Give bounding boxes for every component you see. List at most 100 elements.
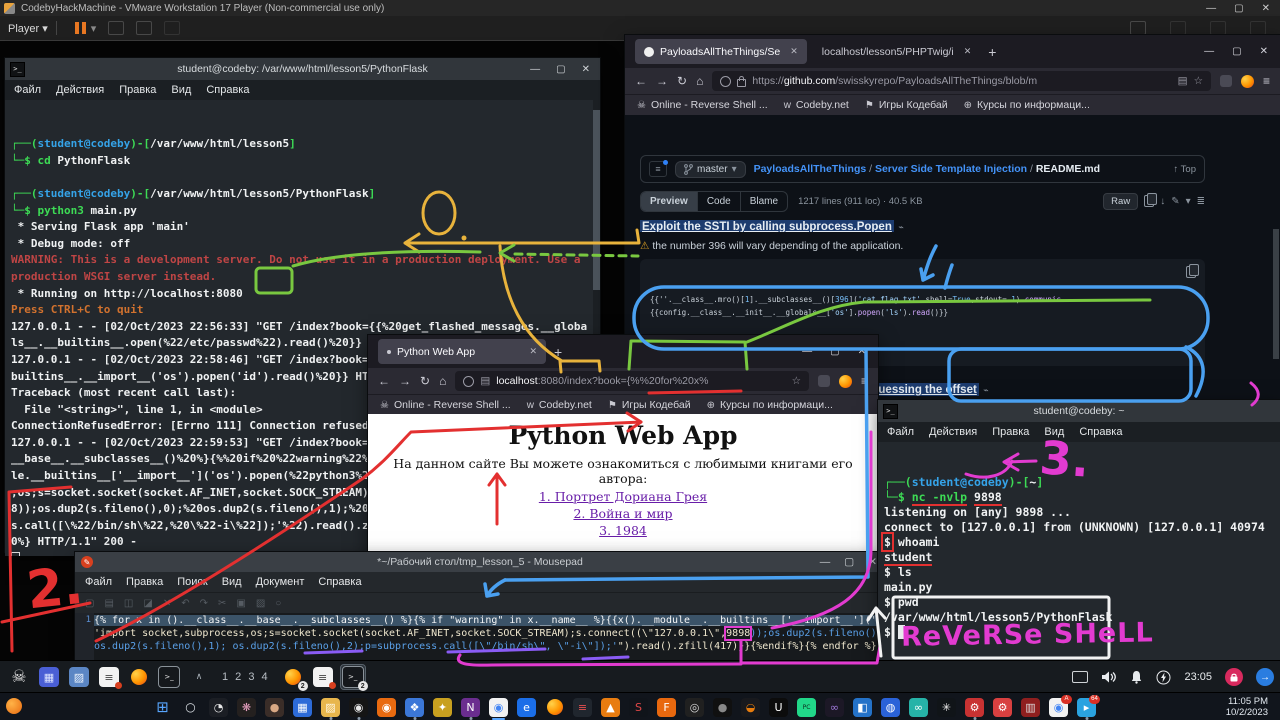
screen-lock-icon[interactable] [1225, 668, 1243, 686]
close-button[interactable]: ✕ [868, 556, 877, 568]
menu-item[interactable]: Вид [222, 576, 242, 588]
back-button[interactable]: ← [378, 374, 390, 388]
forward-button[interactable]: → [399, 374, 411, 388]
calendar-icon[interactable]: ▦ [293, 698, 312, 717]
firefox-icon[interactable] [127, 665, 151, 689]
book-link[interactable]: 3. 1984 [368, 522, 878, 539]
search-icon[interactable]: ○ [181, 698, 200, 717]
bookmark-item[interactable]: ⊕Курсы по информаци... [964, 99, 1090, 111]
show-more-icon[interactable]: ∧ [187, 665, 211, 689]
maximize-button[interactable]: ▢ [844, 556, 854, 568]
reload-button[interactable]: ↻ [677, 74, 687, 88]
breadcrumb-repo-link[interactable]: PayloadsAllTheThings [754, 163, 867, 175]
anchor-link-icon[interactable]: ⌁ [898, 222, 903, 232]
bookmark-item[interactable]: ⚑Игры Кодебай [608, 399, 691, 411]
app-menu-button[interactable]: ≡ [861, 374, 868, 388]
forward-button[interactable]: → [656, 74, 668, 88]
tab-localhost-phptwig[interactable]: localhost/lesson5/PHPTwig/i ✕ [813, 39, 980, 64]
volume-icon[interactable] [1101, 670, 1117, 684]
obs-icon[interactable]: ◉ [349, 698, 368, 717]
toolbar-icon[interactable]: ▢ [85, 598, 94, 609]
player-menu[interactable]: Player ▾ [8, 22, 48, 35]
minimize-button[interactable]: — [802, 346, 812, 357]
tool-icon[interactable]: ✦ [433, 698, 452, 717]
mousepad-titlebar[interactable]: ✎ *~/Рабочий стол/tmp_lesson_5 - Mousepa… [75, 552, 885, 572]
breadcrumb-folder-link[interactable]: Server Side Template Injection [875, 163, 1027, 175]
book-link[interactable]: 1. Портрет Дориана Грея [368, 488, 878, 505]
terminal1-titlebar[interactable]: >_ student@codeby: /var/www/html/lesson5… [5, 58, 600, 80]
vmware-icon[interactable]: ❖ [405, 698, 424, 717]
bookmark-item[interactable]: ⊕Курсы по информаци... [707, 399, 833, 411]
edit-dropdown-icon[interactable]: ▾ [1186, 196, 1191, 207]
workspace-switcher[interactable]: 1 2 3 4 [222, 671, 270, 683]
raw-button[interactable]: Raw [1103, 193, 1138, 210]
copy-file-icon[interactable] [1144, 195, 1154, 207]
new-tab-button[interactable]: + [554, 344, 562, 360]
menu-item[interactable]: Документ [256, 576, 305, 588]
vmware-minimize-button[interactable]: — [1206, 3, 1216, 14]
bookmark-item[interactable]: wCodeby.net [527, 399, 592, 411]
speedtest-icon[interactable]: ◔ [209, 698, 228, 717]
toolbar-icon[interactable]: ✕ [163, 598, 171, 609]
mousepad-window-icon[interactable]: ≡ [311, 665, 335, 689]
pause-dropdown[interactable]: ▾ [91, 22, 97, 35]
audio-app-icon[interactable]: ≡ [573, 698, 592, 717]
firefox-account-icon[interactable] [839, 375, 852, 388]
toolbar-icon[interactable]: ✂ [218, 598, 226, 609]
window-list-icon[interactable] [1072, 671, 1088, 683]
blue-app-icon[interactable]: ◍ [881, 698, 900, 717]
menu-item[interactable]: Файл [887, 426, 914, 438]
bookmark-item[interactable]: wCodeby.net [784, 99, 849, 111]
lens-icon[interactable]: ◎ [685, 698, 704, 717]
toolbar-icon[interactable]: ▣ [236, 598, 245, 609]
power-manager-icon[interactable] [1156, 670, 1171, 685]
tab-blame[interactable]: Blame [740, 192, 787, 211]
extension-shield-icon[interactable] [818, 375, 830, 387]
tab-python-web-app[interactable]: Python Web App ✕ [378, 339, 546, 364]
logout-arrow-icon[interactable]: → [1256, 668, 1274, 686]
bookmark-item[interactable]: ⚑Игры Кодебай [865, 99, 948, 111]
bookmark-star-icon[interactable]: ☆ [792, 375, 801, 387]
minimize-button[interactable]: — [530, 64, 540, 75]
toolbar-icon[interactable]: ↶ [181, 598, 189, 609]
mousepad-editor[interactable]: 1 {% for x in ().__class__.__base__.__su… [75, 613, 885, 661]
mousepad-icon[interactable]: ≡ [97, 665, 121, 689]
menu-item[interactable]: Справка [1079, 426, 1122, 438]
reload-button[interactable]: ↻ [420, 374, 430, 388]
tab-close-icon[interactable]: ✕ [790, 46, 798, 57]
blender-icon[interactable]: ◒ [741, 698, 760, 717]
menu-item[interactable]: Вид [171, 84, 191, 96]
explorer-icon[interactable]: ▨ [321, 698, 340, 717]
red-gear-icon[interactable]: ⚙ [993, 698, 1012, 717]
menu-item[interactable]: Файл [85, 576, 112, 588]
portrait-icon[interactable]: ● [265, 698, 284, 717]
toolbox-icon[interactable]: ▥ [1021, 698, 1040, 717]
vmware-maximize-button[interactable]: ▢ [1234, 3, 1243, 14]
bookmark-star-icon[interactable]: ☆ [1194, 75, 1203, 87]
fl-studio-icon[interactable]: F [657, 698, 676, 717]
telegram-icon[interactable]: ▸64 [1077, 698, 1096, 717]
close-button[interactable]: ✕ [858, 346, 866, 357]
tab-preview[interactable]: Preview [641, 192, 697, 211]
copy-code-icon[interactable] [1186, 266, 1196, 278]
vm-clock[interactable]: 23:05 [1184, 671, 1212, 683]
camera-icon[interactable]: ● [713, 698, 732, 717]
chrome-icon[interactable]: ◉ [489, 698, 508, 717]
download-icon[interactable]: ↓ [1160, 196, 1165, 207]
toolbar-icon[interactable]: ◫ [124, 598, 133, 609]
menu-item[interactable]: Поиск [177, 576, 207, 588]
windows-clock[interactable]: 11:05 PM 10/2/2023 [1226, 696, 1280, 718]
menu-item[interactable]: Правка [126, 576, 163, 588]
firefox-account-icon[interactable] [1241, 75, 1254, 88]
terminal-window-icon[interactable]: >_2 [341, 665, 365, 689]
toolbar-icon[interactable]: ↷ [200, 598, 208, 609]
tab-close-icon[interactable]: ✕ [529, 346, 537, 357]
devices-icon[interactable] [1130, 21, 1146, 35]
maximize-button[interactable]: ▢ [556, 64, 565, 75]
menu-item[interactable]: Действия [929, 426, 977, 438]
bookmark-item[interactable]: ☠Online - Reverse Shell ... [637, 99, 768, 111]
minimize-button[interactable]: — [820, 556, 831, 568]
metasploit-icon[interactable]: ⚙ [965, 698, 984, 717]
menu-item[interactable]: Действия [56, 84, 104, 96]
maximize-button[interactable]: ▢ [830, 346, 839, 357]
